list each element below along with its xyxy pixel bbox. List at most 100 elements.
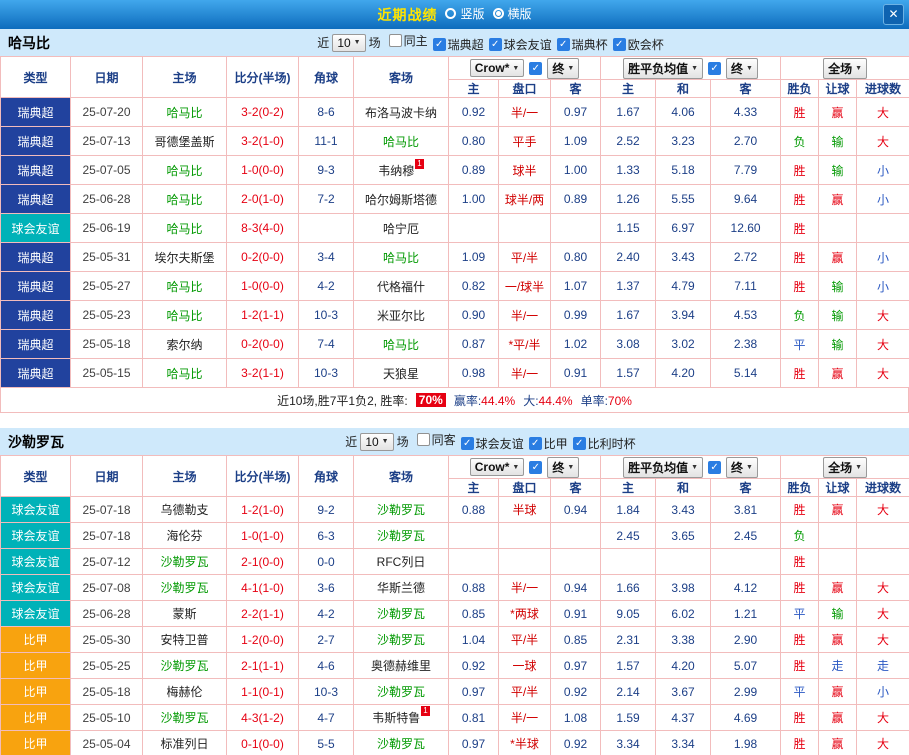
result-cell: 负 bbox=[780, 300, 820, 330]
team-cell[interactable]: 索尔纳 bbox=[142, 329, 227, 359]
layout-radio-horizontal[interactable]: 横版 bbox=[492, 5, 532, 22]
team-cell[interactable]: 哥德堡盖斯 bbox=[142, 126, 227, 156]
team-cell[interactable]: 安特卫普 bbox=[142, 626, 227, 653]
team-cell[interactable]: 布洛马波卡纳 bbox=[353, 97, 449, 127]
subcol-handicap: 盘口 bbox=[498, 79, 551, 98]
team-cell[interactable]: 华斯兰德 bbox=[353, 574, 449, 601]
final-odds-select[interactable]: 终 ▼ bbox=[547, 57, 580, 79]
team-cell[interactable]: 沙勒罗瓦 bbox=[353, 600, 449, 627]
filter-checkbox-same-home[interactable]: 同主 bbox=[388, 32, 428, 49]
team-cell[interactable]: 沙勒罗瓦 bbox=[142, 548, 227, 575]
team-cell[interactable]: 哈马比 bbox=[353, 242, 449, 272]
date-cell: 25-07-18 bbox=[70, 496, 143, 523]
bookmaker-select[interactable]: Crow* ▼ bbox=[469, 59, 525, 77]
fulltime-select[interactable]: 全场 ▼ bbox=[823, 456, 868, 478]
team-cell[interactable]: 哈马比 bbox=[142, 184, 227, 214]
mean-final-select[interactable]: 终 ▼ bbox=[726, 57, 758, 79]
mean-final-checkbox[interactable]: ✓ bbox=[708, 460, 722, 474]
team-cell[interactable]: 梅赫伦 bbox=[142, 678, 227, 705]
team-cell[interactable]: 哈马比 bbox=[142, 213, 227, 243]
panel-header: 沙勒罗瓦 近 10 ▼ 场 同客 ✓ 球会友谊 ✓ 比甲 ✓ 比利时杯 bbox=[0, 428, 909, 455]
mean-odds-cell: 1.57 bbox=[600, 358, 657, 388]
team-cell[interactable]: 沙勒罗瓦 bbox=[353, 730, 449, 755]
filter-checkbox-club-friendly[interactable]: ✓ 球会友谊 bbox=[460, 435, 524, 452]
checkbox-label: 球会友谊 bbox=[503, 38, 552, 52]
close-button[interactable]: ✕ bbox=[883, 4, 904, 25]
team-cell[interactable]: 哈马比 bbox=[142, 300, 227, 330]
team-cell[interactable]: 沙勒罗瓦 bbox=[142, 652, 227, 679]
filter-checkbox-conference-league[interactable]: ✓ 欧会杯 bbox=[612, 36, 664, 53]
mean-group-header: 胜平负均值 ▼ ✓ 终 ▼ bbox=[600, 455, 782, 479]
mean-odds-cell: 3.98 bbox=[655, 574, 712, 601]
checkbox-label: 比利时杯 bbox=[587, 437, 636, 451]
result-cell: 赢 bbox=[818, 97, 858, 127]
team-cell[interactable]: 乌德勒支 bbox=[142, 496, 227, 523]
team-cell[interactable]: 海伦芬 bbox=[142, 522, 227, 549]
corner-cell: 4-7 bbox=[298, 704, 354, 731]
filter-checkbox-swedish-allsvenskan[interactable]: ✓ 瑞典超 bbox=[432, 36, 484, 53]
bookmaker-select[interactable]: Crow* ▼ bbox=[469, 458, 525, 476]
team-cell[interactable]: 哈马比 bbox=[142, 358, 227, 388]
team-cell[interactable]: 哈马比 bbox=[353, 329, 449, 359]
layout-radio-vertical[interactable]: 竖版 bbox=[445, 5, 485, 22]
team-cell[interactable]: 沙勒罗瓦 bbox=[353, 678, 449, 705]
date-cell: 25-05-18 bbox=[70, 329, 143, 359]
corner-cell: 11-1 bbox=[298, 126, 354, 156]
match-row: 瑞典超 25-05-27 哈马比 1-0(0-0) 4-2 代格福什 0.82 一/球半 1.0… bbox=[0, 271, 909, 301]
score-cell: 1-2(1-0) bbox=[226, 496, 299, 523]
team-cell[interactable]: 沙勒罗瓦 bbox=[142, 574, 227, 601]
team-cell[interactable]: 沙勒罗瓦 bbox=[353, 522, 449, 549]
mean-final-checkbox[interactable]: ✓ bbox=[708, 61, 722, 75]
team-cell[interactable]: 埃尔夫斯堡 bbox=[142, 242, 227, 272]
chevron-down-icon: ▼ bbox=[746, 64, 753, 72]
team-cell[interactable]: 韦纳穆1 bbox=[353, 155, 449, 185]
match-count-select[interactable]: 10 ▼ bbox=[332, 33, 366, 52]
team-cell[interactable]: 天狼星 bbox=[353, 358, 449, 388]
handicap-cell: 半/一 bbox=[498, 704, 551, 731]
col-corner: 角球 bbox=[298, 56, 354, 98]
result-cell: 胜 bbox=[780, 213, 820, 243]
filter-checkbox-belgian-pro-league[interactable]: ✓ 比甲 bbox=[528, 435, 568, 452]
odds-final-checkbox[interactable]: ✓ bbox=[529, 460, 543, 474]
team-cell[interactable]: 哈马比 bbox=[142, 155, 227, 185]
corner-cell: 5-5 bbox=[298, 730, 354, 755]
corner-cell: 7-4 bbox=[298, 329, 354, 359]
mean-odds-cell: 1.37 bbox=[600, 271, 657, 301]
odds-final-checkbox[interactable]: ✓ bbox=[529, 61, 543, 75]
team-cell[interactable]: 哈尔姆斯塔德 bbox=[353, 184, 449, 214]
match-row: 球会友谊 25-07-08 沙勒罗瓦 4-1(1-0) 3-6 华斯兰德 0.88 半/一 0.… bbox=[0, 574, 909, 601]
filter-checkbox-same-away[interactable]: 同客 bbox=[416, 431, 456, 448]
mean-odds-select[interactable]: 胜平负均值 ▼ bbox=[623, 456, 704, 478]
chevron-down-icon: ▼ bbox=[691, 463, 699, 471]
team-cell[interactable]: 哈宁厄 bbox=[353, 213, 449, 243]
mean-final-select[interactable]: 终 ▼ bbox=[726, 456, 758, 478]
team-cell[interactable]: 哈马比 bbox=[142, 271, 227, 301]
filter-checkbox-swedish-cup[interactable]: ✓ 瑞典杯 bbox=[556, 36, 608, 53]
team-cell[interactable]: 沙勒罗瓦 bbox=[353, 626, 449, 653]
checkbox-label: 比甲 bbox=[543, 437, 568, 451]
mean-odds-select[interactable]: 胜平负均值 ▼ bbox=[623, 57, 704, 79]
team-cell[interactable]: 哈马比 bbox=[353, 126, 449, 156]
match-row: 比甲 25-05-30 安特卫普 1-2(0-0) 2-7 沙勒罗瓦 1.04 平/半 0.85… bbox=[0, 626, 909, 653]
checkbox-icon: ✓ bbox=[528, 437, 542, 450]
team-cell[interactable]: 哈马比 bbox=[142, 97, 227, 127]
final-odds-select[interactable]: 终 ▼ bbox=[547, 456, 580, 478]
team-cell[interactable]: 沙勒罗瓦 bbox=[353, 496, 449, 523]
date-cell: 25-07-20 bbox=[70, 97, 143, 127]
result-cell: 赢 bbox=[818, 730, 858, 755]
filter-checkbox-club-friendly[interactable]: ✓ 球会友谊 bbox=[488, 36, 552, 53]
team-cell[interactable]: 代格福什 bbox=[353, 271, 449, 301]
corner-cell: 6-3 bbox=[298, 522, 354, 549]
handicap-cell: 球半/两 bbox=[498, 184, 551, 214]
filter-checkbox-belgian-cup[interactable]: ✓ 比利时杯 bbox=[572, 435, 636, 452]
team-cell[interactable]: RFC列日 bbox=[353, 548, 449, 575]
match-count-select[interactable]: 10 ▼ bbox=[360, 432, 394, 451]
team-cell[interactable]: 奥德赫维里 bbox=[353, 652, 449, 679]
team-cell[interactable]: 韦斯特鲁1 bbox=[353, 704, 449, 731]
team-cell[interactable]: 蒙斯 bbox=[142, 600, 227, 627]
team-cell[interactable]: 米亚尔比 bbox=[353, 300, 449, 330]
team-cell[interactable]: 标准列日 bbox=[142, 730, 227, 755]
team-cell[interactable]: 沙勒罗瓦 bbox=[142, 704, 227, 731]
result-cell: 胜 bbox=[780, 242, 820, 272]
fulltime-select[interactable]: 全场 ▼ bbox=[823, 57, 868, 79]
